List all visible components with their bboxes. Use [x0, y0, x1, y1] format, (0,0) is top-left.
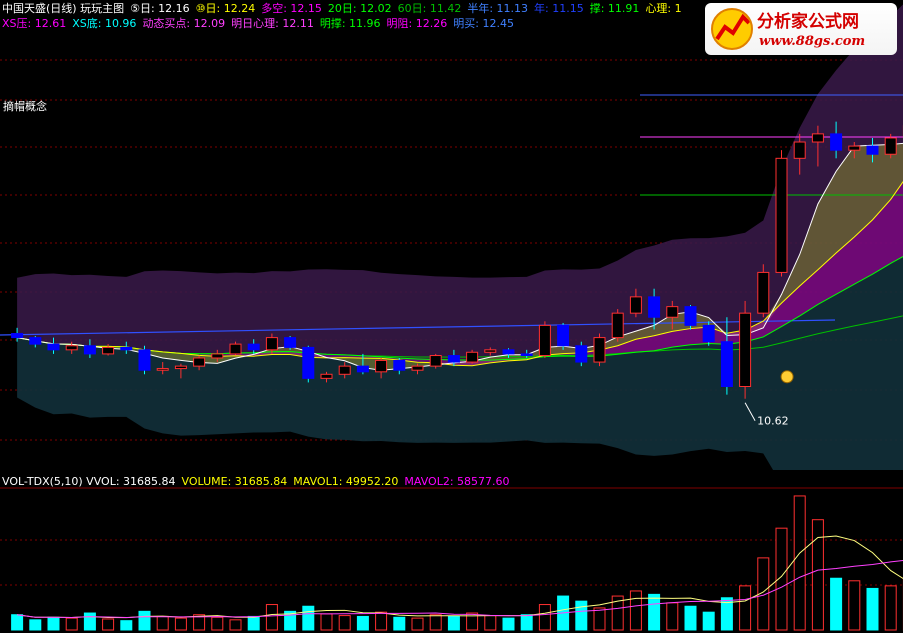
volume-bar: [302, 605, 315, 631]
volume-bar: [338, 615, 351, 631]
volume-bar: [866, 587, 879, 631]
legend2-item-4: 明撑: 11.96: [319, 17, 381, 30]
mavol2-line: [17, 559, 903, 619]
legend-item-1: ⑤日: 12.16: [130, 2, 190, 15]
volume-bar: [648, 593, 661, 631]
volume-bar: [793, 495, 806, 631]
volume-legend: VOL-TDX(5,10) VVOL: 31685.84 VOLUME: 3168…: [2, 474, 516, 489]
vol-legend-item-1: VOLUME: 31685.84: [181, 475, 288, 488]
concept-label: 摘帽概念: [3, 100, 47, 113]
volume-bar: [666, 602, 679, 631]
indicator-legend-row-2: XS压: 12.61 XS底: 10.96 动态买点: 12.09 明日心理: 12.…: [2, 16, 520, 31]
legend2-item-2: 动态买点: 12.09: [142, 17, 226, 30]
volume-bar: [320, 613, 333, 631]
volume-bar: [229, 619, 242, 631]
legend2-item-3: 明日心理: 12.11: [231, 17, 314, 30]
legend-item-3: 多空: 12.15: [261, 2, 322, 15]
volume-bar: [684, 605, 697, 631]
volume-bar: [811, 519, 824, 631]
legend-item-9: 心理: 1: [645, 2, 682, 15]
watermark-title: 分析家公式网: [757, 12, 859, 32]
mavol1-line: [17, 535, 903, 619]
vol-legend-item-2: MAVOL1: 49952.20: [293, 475, 399, 488]
legend-item-6: 半年: 11.13: [467, 2, 529, 15]
vol-legend-item-3: MAVOL2: 58577.60: [404, 475, 510, 488]
volume-bar: [739, 585, 752, 631]
volume-bar: [593, 607, 606, 631]
volume-bar: [174, 617, 187, 631]
volume-bar: [411, 617, 424, 631]
stock-chart-window: 10.62 中国天盛(日线) 玩玩主图 ⑤日: 12.16 ⑩日: 12.24 多空:…: [0, 0, 903, 633]
watermark-url: www.88gs.com: [759, 34, 866, 49]
volume-bar: [702, 611, 715, 631]
volume-bar: [575, 600, 588, 631]
volume-bar: [211, 616, 224, 631]
volume-chart[interactable]: [0, 0, 903, 633]
volume-bar: [429, 614, 442, 631]
volume-bar: [393, 616, 406, 631]
indicator-legend-row-1: 中国天盛(日线) 玩玩主图 ⑤日: 12.16 ⑩日: 12.24 多空: 12.15…: [2, 1, 688, 16]
legend-item-2: ⑩日: 12.24: [195, 2, 256, 15]
volume-bar: [47, 616, 60, 631]
legend2-item-0: XS压: 12.61: [2, 17, 67, 30]
logo-icon: [711, 8, 753, 50]
volume-bar: [848, 580, 861, 631]
volume-bar: [29, 619, 42, 631]
legend2-item-6: 明买: 12.45: [453, 17, 514, 30]
volume-bar: [830, 577, 843, 631]
volume-bar: [102, 618, 115, 631]
watermark-logo: 分析家公式网 www.88gs.com: [705, 3, 897, 55]
volume-bar: [83, 612, 96, 631]
volume-bar: [138, 610, 151, 631]
volume-bar: [65, 617, 78, 631]
legend-item-4: 20日: 12.02: [327, 2, 392, 15]
legend-item-8: 撑: 11.91: [589, 2, 640, 15]
volume-bar: [502, 617, 515, 631]
volume-bar: [375, 611, 388, 631]
volume-bar: [884, 585, 897, 631]
volume-bar: [11, 614, 24, 631]
legend2-item-5: 明阻: 12.26: [386, 17, 448, 30]
legend-item-7: 年: 11.15: [534, 2, 584, 15]
vol-legend-item-0: VOL-TDX(5,10) VVOL: 31685.84: [2, 475, 176, 488]
volume-bar: [265, 604, 278, 631]
volume-bar: [356, 615, 369, 631]
volume-bar: [484, 615, 497, 631]
volume-bar: [447, 615, 460, 631]
volume-bar: [629, 590, 642, 631]
volume-bar: [156, 615, 169, 631]
legend2-item-1: XS底: 10.96: [72, 17, 137, 30]
volume-bar: [247, 615, 260, 631]
legend-item-5: 60日: 11.42: [397, 2, 462, 15]
volume-bar: [120, 620, 133, 631]
legend-item-0: 中国天盛(日线) 玩玩主图: [2, 2, 125, 15]
volume-bar: [520, 614, 533, 631]
volume-bar: [538, 604, 551, 631]
